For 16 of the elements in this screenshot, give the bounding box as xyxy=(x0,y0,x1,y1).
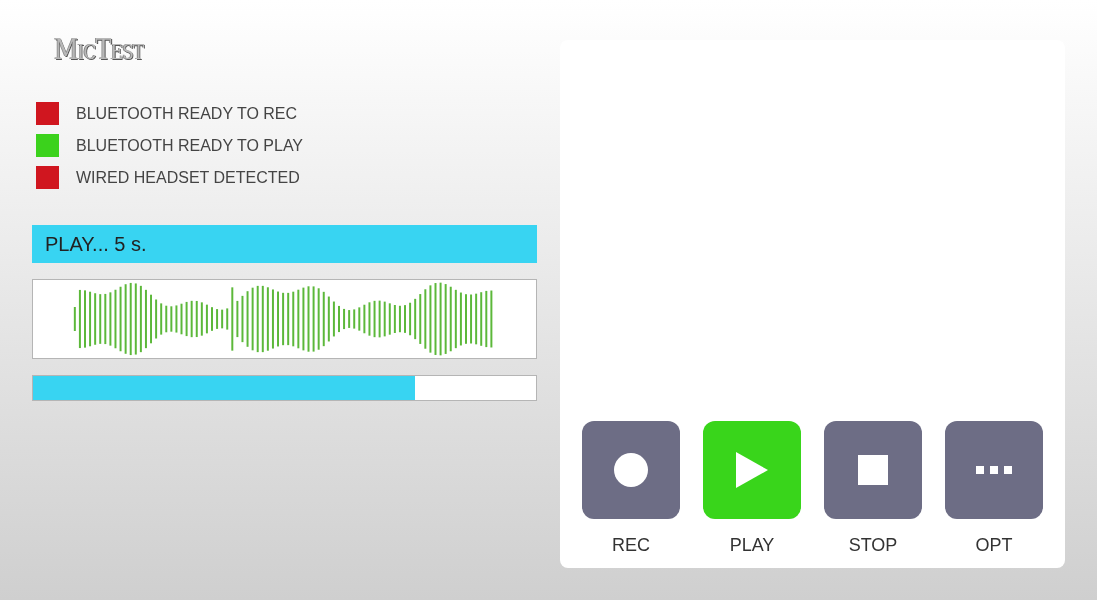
button-label: OPT xyxy=(975,535,1013,556)
button-label: REC xyxy=(612,535,650,556)
record-icon xyxy=(613,452,649,488)
more-icon xyxy=(976,466,1012,474)
more-button[interactable] xyxy=(945,421,1043,519)
indicator-label: WIRED HEADSET DETECTED xyxy=(76,168,300,187)
indicator-label: BLUETOOTH READY TO REC xyxy=(76,104,298,123)
app-logo: MicTest xyxy=(54,32,144,68)
button-label: PLAY xyxy=(729,535,775,556)
button-label: STOP xyxy=(848,535,898,556)
indicator-label: BLUETOOTH READY TO PLAY xyxy=(76,136,304,155)
play-icon xyxy=(736,452,768,488)
record-button[interactable] xyxy=(582,421,680,519)
stop-icon xyxy=(858,455,888,485)
status-bar: PLAY... 5 s. xyxy=(32,225,537,263)
stop-button[interactable] xyxy=(824,421,922,519)
